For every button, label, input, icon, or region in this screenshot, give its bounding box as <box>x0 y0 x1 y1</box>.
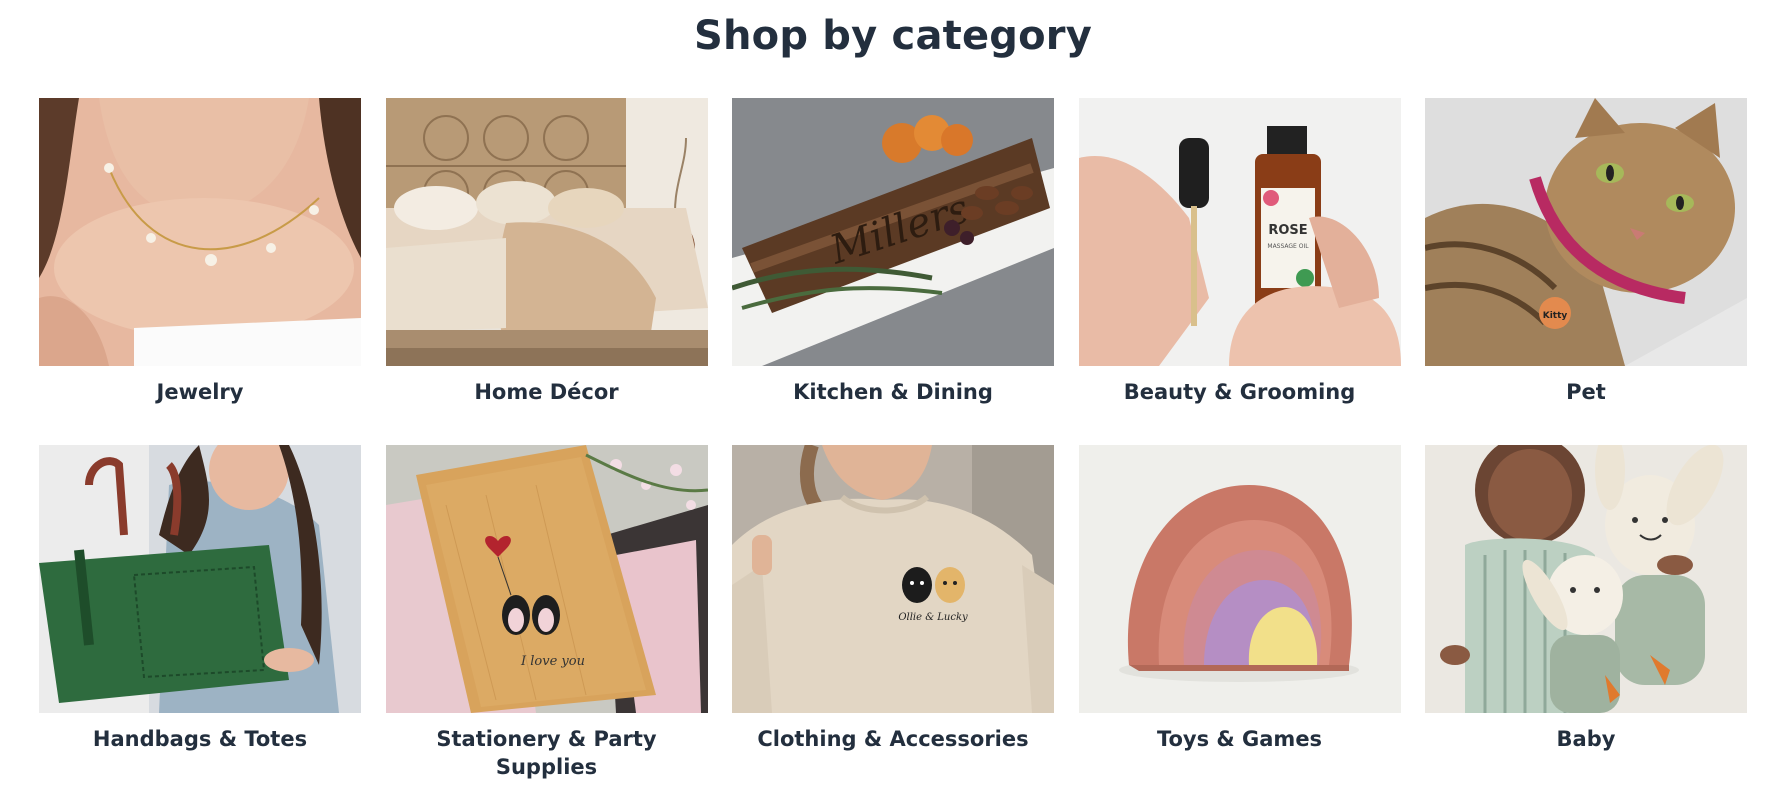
beauty-grooming-image[interactable]: ROSE MASSAGE OIL <box>1078 98 1401 366</box>
category-tile-beauty-grooming[interactable]: ROSE MASSAGE OIL Beauty & Grooming <box>1078 98 1401 445</box>
category-label[interactable]: Home Décor <box>386 378 708 406</box>
category-tile-clothing-accessories[interactable]: Ollie & Lucky Clothing & Accessories <box>732 445 1054 792</box>
jewelry-image[interactable] <box>39 98 361 366</box>
oil-bottle-name: ROSE <box>1268 223 1307 238</box>
embroidery-text: Ollie & Lucky <box>898 612 968 623</box>
card-text: I love you <box>520 654 585 669</box>
category-label[interactable]: Clothing & Accessories <box>732 725 1054 753</box>
handbags-totes-image[interactable] <box>39 445 361 713</box>
pet-image[interactable]: Kitty <box>1425 98 1747 366</box>
category-tile-jewelry[interactable]: Jewelry <box>39 98 361 445</box>
category-label[interactable]: Beauty & Grooming <box>1079 378 1401 406</box>
shop-by-category-section: Shop by category Jewelry Home Décor Mill… <box>0 0 1786 779</box>
category-label[interactable]: Pet <box>1425 378 1747 406</box>
stationery-party-image[interactable]: I love you <box>385 445 708 713</box>
category-tile-baby[interactable]: Baby <box>1425 445 1747 792</box>
category-label[interactable]: Toys & Games <box>1079 725 1401 753</box>
baby-image[interactable] <box>1425 445 1747 713</box>
category-label[interactable]: Kitchen & Dining <box>732 378 1054 406</box>
category-tile-kitchen-dining[interactable]: Millers Kitchen & Dining <box>732 98 1054 445</box>
pet-tag-text: Kitty <box>1543 311 1568 321</box>
category-label[interactable]: Handbags & Totes <box>39 725 361 753</box>
category-label[interactable]: Stationery & Party Supplies <box>386 725 708 781</box>
kitchen-dining-image[interactable]: Millers <box>732 98 1054 366</box>
category-tile-stationery-party[interactable]: I love you Stationery & Party Supplies <box>385 445 708 792</box>
category-label[interactable]: Jewelry <box>39 378 361 406</box>
category-label[interactable]: Baby <box>1425 725 1747 753</box>
category-tile-handbags-totes[interactable]: Handbags & Totes <box>39 445 361 792</box>
toys-games-image[interactable] <box>1078 445 1401 713</box>
home-decor-image[interactable] <box>385 98 708 366</box>
clothing-accessories-image[interactable]: Ollie & Lucky <box>732 445 1054 713</box>
section-title: Shop by category <box>693 13 1093 59</box>
category-grid: Jewelry Home Décor Millers Kitchen & Din… <box>39 98 1747 792</box>
oil-bottle-sub: MASSAGE OIL <box>1267 243 1309 250</box>
category-tile-home-decor[interactable]: Home Décor <box>385 98 708 445</box>
category-tile-toys-games[interactable]: Toys & Games <box>1078 445 1401 792</box>
category-tile-pet[interactable]: Kitty Pet <box>1425 98 1747 445</box>
